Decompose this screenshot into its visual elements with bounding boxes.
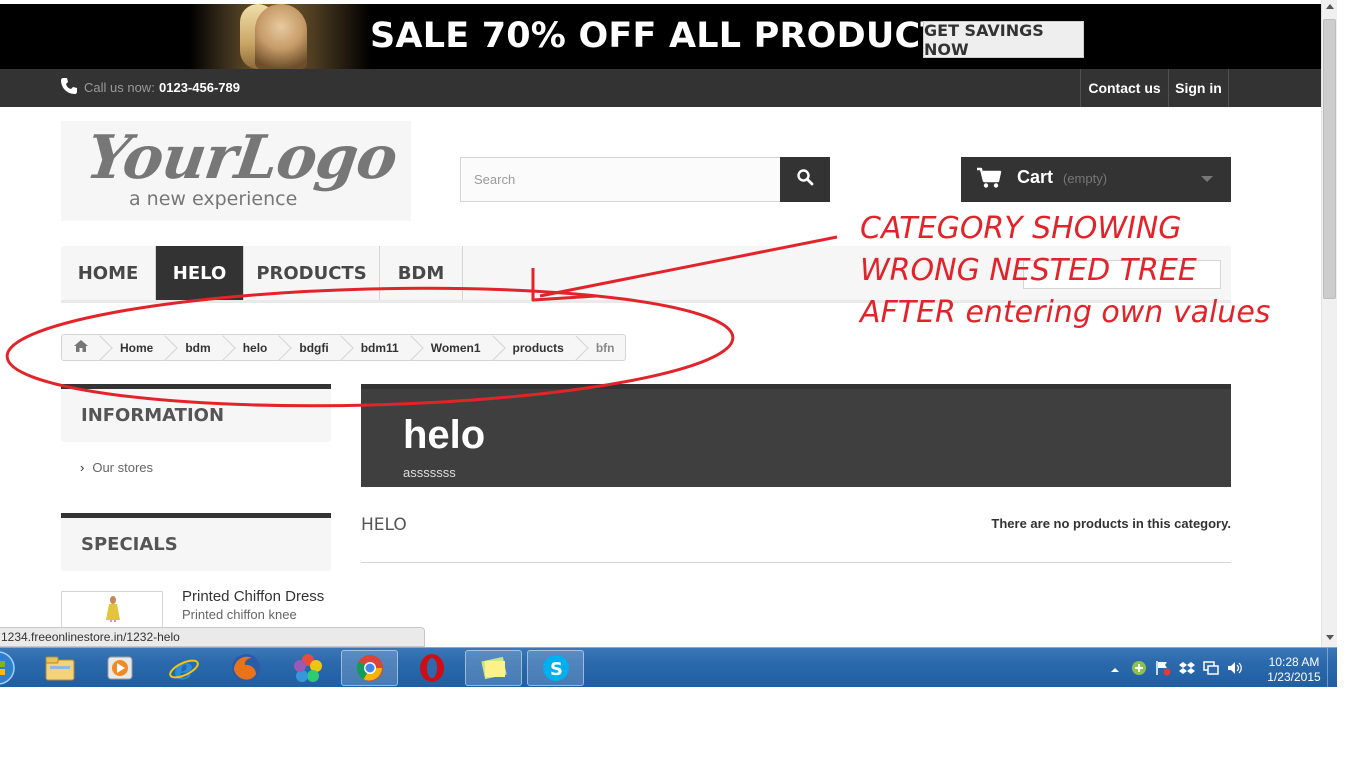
menu-item-products[interactable]: PRODUCTS bbox=[244, 246, 380, 300]
browser-viewport: SALE 70% OFF ALL PRODUCTS GET SAVINGS NO… bbox=[0, 0, 1321, 647]
category-title: helo bbox=[403, 413, 486, 457]
breadcrumb-home[interactable] bbox=[62, 335, 100, 360]
screen: SALE 70% OFF ALL PRODUCTS GET SAVINGS NO… bbox=[0, 0, 1366, 768]
our-stores-link[interactable]: › Our stores bbox=[80, 460, 153, 475]
network-icon[interactable] bbox=[1203, 660, 1219, 676]
menu-item-helo[interactable]: HELO bbox=[156, 246, 244, 300]
information-block-title: INFORMATION bbox=[61, 384, 331, 442]
special-product-name[interactable]: Printed Chiffon Dress bbox=[182, 588, 324, 605]
specials-block-title: SPECIALS bbox=[61, 513, 331, 571]
opera-icon[interactable] bbox=[403, 650, 460, 686]
contact-us-link[interactable]: Contact us bbox=[1080, 69, 1168, 107]
internet-explorer-icon[interactable]: e bbox=[155, 650, 212, 686]
menu-item-bdm[interactable]: BDM bbox=[380, 246, 463, 300]
windows-explorer-icon[interactable] bbox=[31, 650, 88, 686]
action-center-flag-icon[interactable] bbox=[1155, 660, 1171, 676]
cart-button[interactable]: Cart (empty) bbox=[961, 157, 1231, 202]
svg-text:e: e bbox=[174, 652, 193, 684]
category-heading: HELO bbox=[361, 515, 407, 535]
scrollbar-thumb[interactable] bbox=[1323, 19, 1336, 299]
logo-wordmark: YourLogo bbox=[82, 123, 401, 193]
get-savings-button[interactable]: GET SAVINGS NOW bbox=[923, 21, 1084, 59]
vertical-scrollbar[interactable] bbox=[1321, 0, 1337, 647]
home-icon bbox=[74, 340, 88, 355]
show-hidden-icons-icon[interactable] bbox=[1110, 662, 1126, 678]
chevron-right-icon: › bbox=[80, 460, 85, 475]
chrome-icon[interactable] bbox=[341, 650, 398, 686]
start-button[interactable] bbox=[0, 650, 18, 686]
phone-icon bbox=[60, 77, 78, 95]
our-stores-label: Our stores bbox=[92, 460, 154, 475]
promo-banner[interactable]: SALE 70% OFF ALL PRODUCTS GET SAVINGS NO… bbox=[0, 4, 1321, 69]
search-input[interactable] bbox=[461, 158, 780, 201]
svg-text:S: S bbox=[550, 659, 563, 680]
special-product-description: Printed chiffon knee bbox=[182, 607, 297, 622]
sign-in-link[interactable]: Sign in bbox=[1168, 69, 1229, 107]
banner-model-face bbox=[255, 4, 307, 69]
pinwheel-icon[interactable] bbox=[279, 650, 336, 686]
menu-item-home[interactable]: HOME bbox=[61, 246, 156, 300]
network-add-icon[interactable] bbox=[1131, 660, 1147, 676]
skype-icon[interactable]: S bbox=[527, 650, 584, 686]
search-icon bbox=[796, 168, 814, 191]
scroll-down-arrow-icon[interactable] bbox=[1326, 635, 1334, 640]
windows-taskbar: e S 10:28 AM 1/23/2015 bbox=[0, 647, 1337, 688]
category-header: helo asssssss bbox=[361, 384, 1231, 487]
scroll-up-arrow-icon[interactable] bbox=[1326, 4, 1334, 9]
call-us-label: Call us now: bbox=[84, 80, 155, 95]
store-logo[interactable]: YourLogo a new experience bbox=[61, 121, 411, 221]
breadcrumb: Home bdm helo bdgfi bdm11 Women1 product… bbox=[61, 334, 626, 361]
banner-title: SALE 70% OFF ALL PRODUCTS bbox=[370, 16, 970, 56]
search-button[interactable] bbox=[780, 157, 830, 202]
logo-tagline: a new experience bbox=[129, 188, 298, 210]
search-box bbox=[460, 157, 781, 202]
sticky-notes-icon[interactable] bbox=[465, 650, 522, 686]
firefox-icon[interactable] bbox=[217, 650, 274, 686]
chevron-down-icon bbox=[1201, 176, 1213, 182]
divider bbox=[361, 562, 1231, 563]
no-products-message: There are no products in this category. bbox=[991, 516, 1231, 531]
category-description: asssssss bbox=[403, 465, 456, 480]
show-desktop-button[interactable] bbox=[1327, 648, 1337, 688]
clock-time[interactable]: 10:28 AM bbox=[1258, 655, 1330, 669]
media-player-icon[interactable] bbox=[91, 650, 148, 686]
annotation-text: CATEGORY SHOWING WRONG NESTED TREE AFTER… bbox=[860, 211, 1271, 330]
status-url-bubble: 1234.freeonlinestore.in/1232-helo bbox=[0, 627, 425, 647]
shopping-cart-icon bbox=[976, 167, 1002, 194]
cart-label: Cart bbox=[1017, 167, 1054, 187]
phone-number: 0123-456-789 bbox=[159, 80, 240, 95]
volume-icon[interactable] bbox=[1227, 660, 1243, 676]
clock-date[interactable]: 1/23/2015 bbox=[1258, 670, 1330, 684]
cart-status: (empty) bbox=[1063, 171, 1108, 186]
top-nav-bar: Call us now: 0123-456-789 Contact us Sig… bbox=[0, 69, 1321, 107]
dropbox-icon[interactable] bbox=[1179, 660, 1195, 676]
